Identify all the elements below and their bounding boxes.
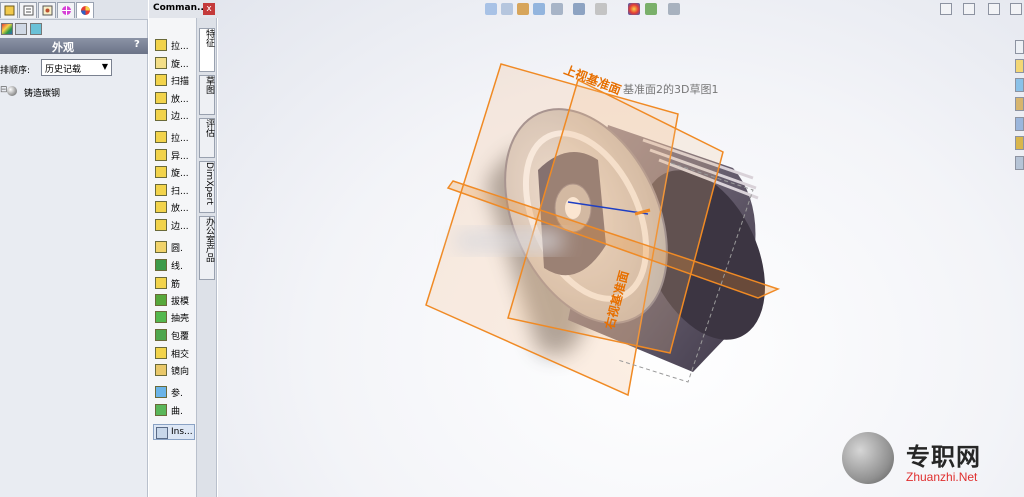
swept-boss-button[interactable]: 扫描 [155, 72, 197, 88]
dimxpert-icon [62, 6, 71, 15]
appearance-title: 外观 [52, 41, 74, 54]
boundary-boss-button[interactable]: 边... [155, 107, 197, 123]
draft-icon [155, 294, 167, 306]
sort-order-label: 排顺序: [0, 66, 31, 76]
tab-evaluate[interactable]: 评估 [199, 118, 215, 158]
tab-dimxpert-manager[interactable] [57, 2, 75, 18]
extrude-icon [155, 39, 167, 51]
watermark-logo-icon [842, 432, 894, 484]
chevron-down-icon: ▼ [101, 62, 108, 71]
configuration-icon [42, 5, 53, 16]
lofted-cut-button[interactable]: 放... [155, 199, 197, 215]
hole-wizard-icon [155, 149, 167, 161]
lofted-cut-icon [155, 201, 167, 213]
appearance-header: 外观 ? [0, 38, 148, 54]
tab-property-manager[interactable] [19, 2, 37, 18]
close-icon[interactable]: x [203, 3, 215, 15]
graphics-area[interactable]: 基准面2的3D草图1 上视基准面 右视基准面 [218, 0, 1024, 497]
tab-appearance-manager[interactable] [76, 2, 94, 18]
intersect-icon [155, 347, 167, 359]
shell-button[interactable]: 抽壳 [155, 309, 197, 325]
shell-icon [155, 311, 167, 323]
watermark-site-url: Zhuanzhi.Net [906, 470, 978, 484]
tab-sketch[interactable]: 草图 [199, 75, 215, 115]
manager-tabs [0, 0, 148, 20]
material-sphere-icon [7, 86, 17, 96]
extruded-cut-icon [155, 131, 167, 143]
sort-order-value: 历史记载 [45, 65, 82, 75]
revolve-icon [155, 57, 167, 69]
extruded-boss-button[interactable]: 拉... [155, 37, 197, 53]
sweep-icon [155, 74, 167, 86]
tab-features[interactable]: 特征 [199, 28, 215, 72]
fillet-icon [155, 241, 167, 253]
blurred-overlay [456, 231, 562, 251]
watermark-site-name: 专职网 [906, 442, 981, 471]
command-manager-panel: Comman... x 拉... 旋... 扫描 放... 边... 拉... … [149, 0, 219, 497]
piston-model-view[interactable]: 上视基准面 右视基准面 [218, 0, 1024, 497]
feature-tree-icon [4, 5, 15, 16]
tab-dimxpert[interactable]: DimXpert [199, 161, 215, 213]
command-manager-header: Comman... x [149, 0, 219, 18]
tab-feature-manager[interactable] [0, 2, 18, 18]
fillet-button[interactable]: 圆. [155, 239, 197, 255]
wrap-icon [155, 329, 167, 341]
reference-geometry-button[interactable]: 参. [155, 384, 197, 400]
extruded-cut-button[interactable]: 拉... [155, 129, 197, 145]
rib-button[interactable]: 筋 [155, 275, 197, 291]
curves-icon [155, 404, 167, 416]
loft-icon [155, 92, 167, 104]
material-item[interactable]: 铸造碳钢 [24, 86, 60, 99]
rib-icon [155, 277, 167, 289]
linear-pattern-button[interactable]: 线. [155, 257, 197, 273]
revolved-boss-button[interactable]: 旋... [155, 55, 197, 71]
lofted-boss-button[interactable]: 放... [155, 90, 197, 106]
property-icon [23, 5, 34, 16]
instant3d-label: Ins... [171, 427, 193, 437]
tab-office-products[interactable]: 办公室产品 [199, 216, 215, 280]
help-icon[interactable]: ? [134, 39, 146, 52]
command-tabs: 特征 草图 评估 DimXpert 办公室产品 [197, 18, 217, 497]
revolved-cut-button[interactable]: 旋... [155, 164, 197, 180]
boundary-cut-icon [155, 219, 167, 231]
draft-button[interactable]: 拔模 [155, 292, 197, 308]
linear-pattern-icon [155, 259, 167, 271]
color-wheel-icon[interactable] [1, 23, 13, 35]
revolved-cut-icon [155, 166, 167, 178]
boundary-cut-button[interactable]: 边... [155, 217, 197, 233]
reference-geometry-icon [155, 386, 167, 398]
instant3d-button[interactable]: Ins... [153, 424, 195, 440]
swept-cut-icon [155, 184, 167, 196]
instant3d-icon [156, 427, 168, 439]
curves-button[interactable]: 曲. [155, 402, 197, 418]
swept-cut-button[interactable]: 扫... [155, 182, 197, 198]
appearance-ball-icon [81, 6, 90, 15]
appearance-toolbar [0, 21, 148, 37]
mirror-icon [155, 364, 167, 376]
boundary-icon [155, 109, 167, 121]
intersect-button[interactable]: 相交 [155, 345, 197, 361]
mirror-button[interactable]: 镜向 [155, 362, 197, 378]
command-manager-title: Comman... [153, 3, 208, 13]
scene-icon[interactable] [15, 23, 27, 35]
decal-icon[interactable] [30, 23, 42, 35]
sort-order-select[interactable]: 历史记载 ▼ [41, 59, 112, 76]
tab-configuration-manager[interactable] [38, 2, 56, 18]
feature-manager-panel: 外观 ? 排顺序: 历史记载 ▼ ⊟ 铸造碳钢 [0, 0, 148, 497]
hole-wizard-button[interactable]: 异... [155, 147, 197, 163]
wrap-button[interactable]: 包覆 [155, 327, 197, 343]
